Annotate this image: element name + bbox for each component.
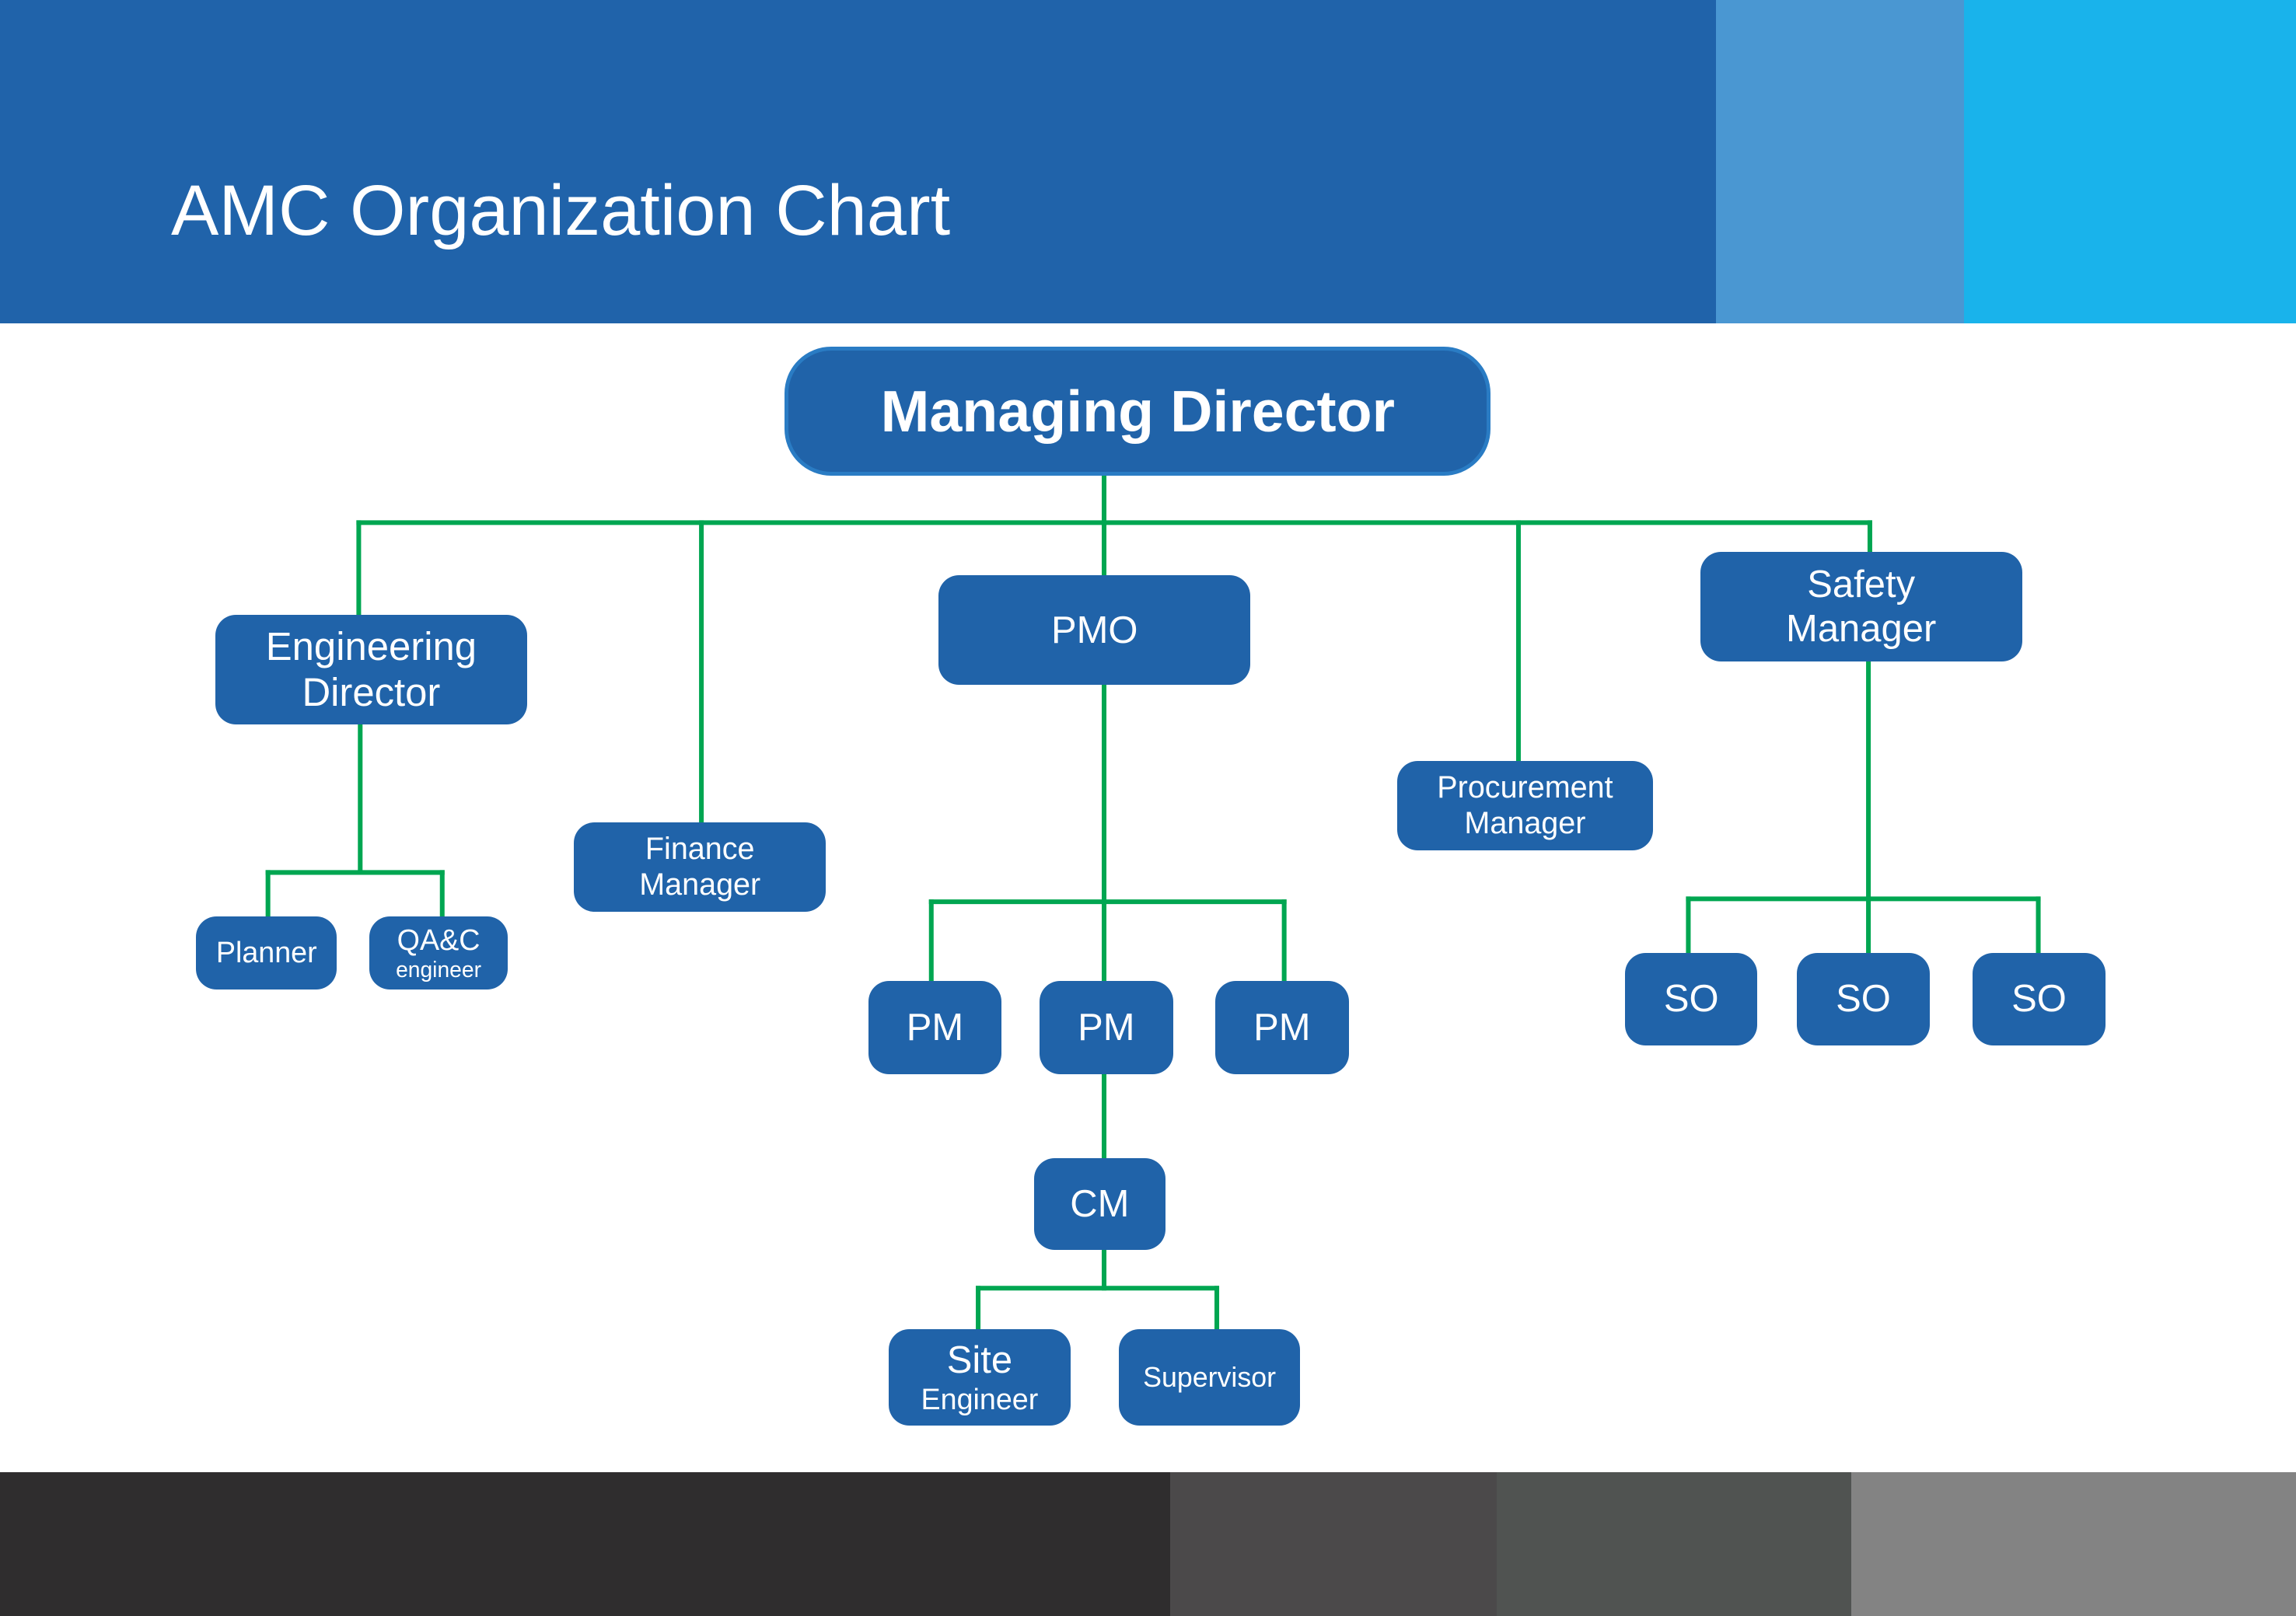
org-node-planner: Planner	[196, 916, 337, 990]
footer-block-2	[1170, 1472, 1497, 1616]
org-node-label: CM	[1070, 1182, 1130, 1225]
org-node-so3: SO	[1972, 953, 2106, 1045]
org-node-label: PM	[1253, 1006, 1311, 1049]
org-node-label: Planner	[215, 936, 317, 969]
org-node-cm: CM	[1033, 1157, 1166, 1251]
footer-band	[0, 1472, 2296, 1616]
org-node-so2: SO	[1796, 953, 1931, 1045]
org-node-label: Manager	[639, 867, 761, 902]
footer-block-1	[0, 1472, 1170, 1616]
org-node-label: Procurement	[1437, 770, 1613, 805]
footer-block-4	[1851, 1472, 2296, 1616]
org-node-so1: SO	[1625, 953, 1757, 1045]
org-node-label: Manager	[1464, 805, 1586, 840]
org-node-label: Site	[946, 1339, 1013, 1382]
footer-block-3	[1497, 1472, 1851, 1616]
org-node-pm3: PM	[1215, 980, 1349, 1075]
org-node-site: Site Engineer	[889, 1329, 1071, 1426]
org-node-label: Director	[302, 669, 441, 714]
org-node-proc: Procurement Manager	[1396, 761, 1654, 851]
org-node-safety: Safety Manager	[1700, 552, 2022, 662]
org-node-label: SO	[1836, 978, 1891, 1021]
org-node-label: QA&C	[397, 923, 481, 957]
org-node-fin: Finance Manager	[574, 822, 826, 913]
org-node-label: SO	[1663, 978, 1719, 1021]
org-node-label: PMO	[1051, 609, 1138, 651]
org-node-label: Manager	[1786, 607, 1937, 650]
org-node-label: Engineering	[265, 624, 477, 669]
org-node-sup: Supervisor	[1118, 1329, 1301, 1426]
org-node-eng: Engineering Director	[215, 614, 527, 725]
org-node-md: Managing Director	[785, 347, 1491, 476]
org-node-label: PM	[906, 1006, 964, 1049]
org-node-pm1: PM	[868, 980, 1002, 1075]
org-node-label: SO	[2011, 978, 2067, 1021]
org-node-label: Safety	[1807, 564, 1916, 606]
org-node-label: Managing Director	[880, 378, 1395, 444]
org-node-label: Engineer	[921, 1382, 1039, 1415]
org-node-label: Finance	[645, 832, 755, 867]
org-node-label: Supervisor	[1143, 1361, 1277, 1393]
org-node-label: PM	[1078, 1006, 1135, 1049]
org-node-qac: QA&C engineer	[369, 916, 508, 990]
org-node-label: engineer	[396, 957, 481, 983]
org-node-pm2: PM	[1040, 980, 1173, 1075]
org-node-pmo: PMO	[938, 575, 1251, 686]
